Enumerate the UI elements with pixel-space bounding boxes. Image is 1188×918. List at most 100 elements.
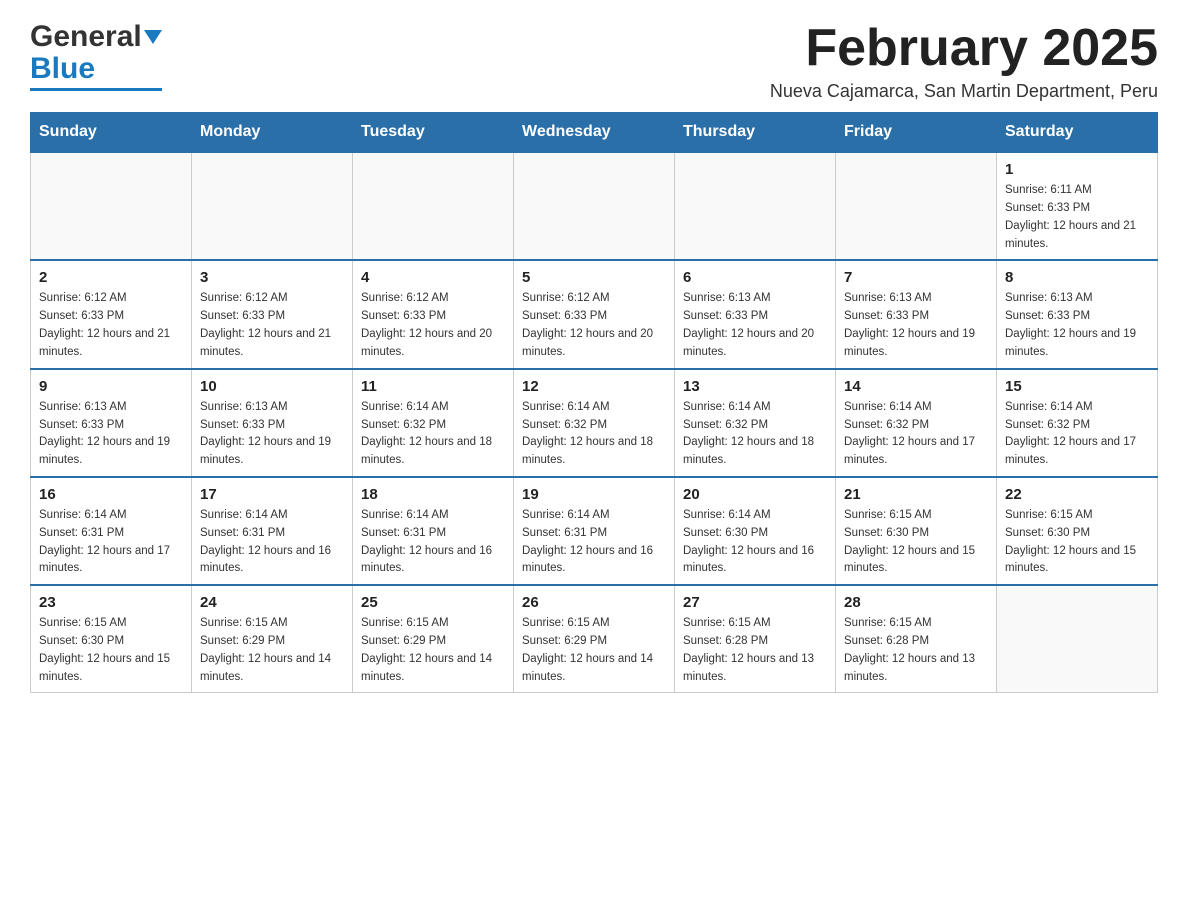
- calendar-cell: 11 Sunrise: 6:14 AMSunset: 6:32 PMDayligh…: [353, 369, 514, 477]
- day-number: 5: [522, 269, 666, 286]
- calendar-week-row: 2Sunrise: 6:12 AMSunset: 6:33 PMDaylight…: [31, 260, 1158, 368]
- calendar-cell: 7 Sunrise: 6:13 AMSunset: 6:33 PMDaylight…: [836, 260, 997, 368]
- day-number: 11: [361, 378, 505, 395]
- weekday-header-sunday: Sunday: [31, 113, 192, 153]
- calendar-body: 1 Sunrise: 6:11 AMSunset: 6:33 PMDaylight…: [31, 152, 1158, 693]
- calendar-cell: 5 Sunrise: 6:12 AMSunset: 6:33 PMDaylight…: [514, 260, 675, 368]
- calendar-cell: 12Sunrise: 6:14 AMSunset: 6:32 PMDayligh…: [514, 369, 675, 477]
- day-number: 12: [522, 378, 666, 395]
- day-info: Sunrise: 6:12 AMSunset: 6:33 PMDaylight:…: [39, 290, 183, 361]
- calendar-cell: [353, 152, 514, 260]
- calendar-cell: 1 Sunrise: 6:11 AMSunset: 6:33 PMDaylight…: [997, 152, 1158, 260]
- day-number: 1: [1005, 161, 1149, 178]
- day-number: 15: [1005, 378, 1149, 395]
- day-number: 20: [683, 486, 827, 503]
- day-info: Sunrise: 6:13 AMSunset: 6:33 PMDaylight:…: [39, 399, 183, 470]
- day-info: Sunrise: 6:15 AMSunset: 6:29 PMDaylight:…: [361, 615, 505, 686]
- day-number: 9: [39, 378, 183, 395]
- calendar-cell: 9 Sunrise: 6:13 AMSunset: 6:33 PMDaylight…: [31, 369, 192, 477]
- day-number: 8: [1005, 269, 1149, 286]
- day-info: Sunrise: 6:11 AMSunset: 6:33 PMDaylight:…: [1005, 182, 1149, 253]
- calendar-cell: 21 Sunrise: 6:15 AMSunset: 6:30 PMDayligh…: [836, 477, 997, 585]
- day-info: Sunrise: 6:15 AMSunset: 6:28 PMDaylight:…: [683, 615, 827, 686]
- calendar-cell: 8 Sunrise: 6:13 AMSunset: 6:33 PMDaylight…: [997, 260, 1158, 368]
- weekday-header-wednesday: Wednesday: [514, 113, 675, 153]
- day-info: Sunrise: 6:14 AMSunset: 6:32 PMDaylight:…: [683, 399, 827, 470]
- day-info: Sunrise: 6:15 AMSunset: 6:30 PMDaylight:…: [1005, 507, 1149, 578]
- day-number: 16: [39, 486, 183, 503]
- weekday-header-tuesday: Tuesday: [353, 113, 514, 153]
- day-number: 4: [361, 269, 505, 286]
- calendar-cell: 17 Sunrise: 6:14 AMSunset: 6:31 PMDayligh…: [192, 477, 353, 585]
- day-number: 27: [683, 594, 827, 611]
- day-number: 17: [200, 486, 344, 503]
- calendar-cell: 2Sunrise: 6:12 AMSunset: 6:33 PMDaylight…: [31, 260, 192, 368]
- day-number: 6: [683, 269, 827, 286]
- day-number: 3: [200, 269, 344, 286]
- calendar-cell: 18 Sunrise: 6:14 AMSunset: 6:31 PMDayligh…: [353, 477, 514, 585]
- day-info: Sunrise: 6:14 AMSunset: 6:31 PMDaylight:…: [522, 507, 666, 578]
- calendar-cell: 20 Sunrise: 6:14 AMSunset: 6:30 PMDayligh…: [675, 477, 836, 585]
- day-info: Sunrise: 6:14 AMSunset: 6:31 PMDaylight:…: [200, 507, 344, 578]
- day-number: 25: [361, 594, 505, 611]
- day-info: Sunrise: 6:14 AMSunset: 6:32 PMDaylight:…: [844, 399, 988, 470]
- calendar-cell: 4Sunrise: 6:12 AMSunset: 6:33 PMDaylight…: [353, 260, 514, 368]
- weekday-header-saturday: Saturday: [997, 113, 1158, 153]
- day-number: 22: [1005, 486, 1149, 503]
- day-info: Sunrise: 6:13 AMSunset: 6:33 PMDaylight:…: [844, 290, 988, 361]
- calendar-cell: 15 Sunrise: 6:14 AMSunset: 6:32 PMDayligh…: [997, 369, 1158, 477]
- logo-triangle-icon: [144, 30, 162, 44]
- day-number: 18: [361, 486, 505, 503]
- page-header: General Blue February 2025 Nueva Cajamar…: [30, 20, 1158, 102]
- calendar-cell: 10 Sunrise: 6:13 AMSunset: 6:33 PMDayligh…: [192, 369, 353, 477]
- day-number: 14: [844, 378, 988, 395]
- logo-underline: [30, 88, 162, 91]
- day-number: 28: [844, 594, 988, 611]
- day-info: Sunrise: 6:14 AMSunset: 6:32 PMDaylight:…: [361, 399, 505, 470]
- weekday-header-thursday: Thursday: [675, 113, 836, 153]
- calendar-cell: 27 Sunrise: 6:15 AMSunset: 6:28 PMDayligh…: [675, 585, 836, 693]
- calendar-week-row: 16 Sunrise: 6:14 AMSunset: 6:31 PMDayligh…: [31, 477, 1158, 585]
- logo-word-general: General: [30, 20, 142, 54]
- calendar-cell: [514, 152, 675, 260]
- day-number: 10: [200, 378, 344, 395]
- day-info: Sunrise: 6:15 AMSunset: 6:29 PMDaylight:…: [522, 615, 666, 686]
- calendar-cell: 14 Sunrise: 6:14 AMSunset: 6:32 PMDayligh…: [836, 369, 997, 477]
- day-info: Sunrise: 6:14 AMSunset: 6:32 PMDaylight:…: [1005, 399, 1149, 470]
- day-info: Sunrise: 6:12 AMSunset: 6:33 PMDaylight:…: [522, 290, 666, 361]
- day-info: Sunrise: 6:15 AMSunset: 6:30 PMDaylight:…: [39, 615, 183, 686]
- calendar-cell: [192, 152, 353, 260]
- logo: General Blue: [30, 20, 162, 91]
- day-info: Sunrise: 6:13 AMSunset: 6:33 PMDaylight:…: [1005, 290, 1149, 361]
- calendar-cell: [675, 152, 836, 260]
- day-number: 21: [844, 486, 988, 503]
- calendar-cell: 25 Sunrise: 6:15 AMSunset: 6:29 PMDayligh…: [353, 585, 514, 693]
- calendar-cell: 6 Sunrise: 6:13 AMSunset: 6:33 PMDaylight…: [675, 260, 836, 368]
- calendar-cell: 26Sunrise: 6:15 AMSunset: 6:29 PMDayligh…: [514, 585, 675, 693]
- month-title: February 2025: [770, 20, 1158, 77]
- day-info: Sunrise: 6:13 AMSunset: 6:33 PMDaylight:…: [683, 290, 827, 361]
- day-number: 13: [683, 378, 827, 395]
- day-info: Sunrise: 6:15 AMSunset: 6:30 PMDaylight:…: [844, 507, 988, 578]
- day-number: 24: [200, 594, 344, 611]
- calendar-week-row: 9 Sunrise: 6:13 AMSunset: 6:33 PMDaylight…: [31, 369, 1158, 477]
- day-number: 7: [844, 269, 988, 286]
- day-info: Sunrise: 6:12 AMSunset: 6:33 PMDaylight:…: [200, 290, 344, 361]
- calendar-cell: [31, 152, 192, 260]
- calendar-cell: [836, 152, 997, 260]
- calendar-cell: 24Sunrise: 6:15 AMSunset: 6:29 PMDayligh…: [192, 585, 353, 693]
- logo-word-blue: Blue: [30, 52, 95, 86]
- day-info: Sunrise: 6:14 AMSunset: 6:30 PMDaylight:…: [683, 507, 827, 578]
- location-title: Nueva Cajamarca, San Martin Department, …: [770, 81, 1158, 102]
- calendar-table: SundayMondayTuesdayWednesdayThursdayFrid…: [30, 112, 1158, 693]
- calendar-cell: 16Sunrise: 6:14 AMSunset: 6:31 PMDayligh…: [31, 477, 192, 585]
- calendar-cell: 28Sunrise: 6:15 AMSunset: 6:28 PMDayligh…: [836, 585, 997, 693]
- weekday-header-row: SundayMondayTuesdayWednesdayThursdayFrid…: [31, 113, 1158, 153]
- calendar-cell: 13 Sunrise: 6:14 AMSunset: 6:32 PMDayligh…: [675, 369, 836, 477]
- calendar-cell: 19Sunrise: 6:14 AMSunset: 6:31 PMDayligh…: [514, 477, 675, 585]
- calendar-week-row: 23 Sunrise: 6:15 AMSunset: 6:30 PMDayligh…: [31, 585, 1158, 693]
- day-info: Sunrise: 6:14 AMSunset: 6:31 PMDaylight:…: [361, 507, 505, 578]
- day-info: Sunrise: 6:13 AMSunset: 6:33 PMDaylight:…: [200, 399, 344, 470]
- day-number: 23: [39, 594, 183, 611]
- title-section: February 2025 Nueva Cajamarca, San Marti…: [770, 20, 1158, 102]
